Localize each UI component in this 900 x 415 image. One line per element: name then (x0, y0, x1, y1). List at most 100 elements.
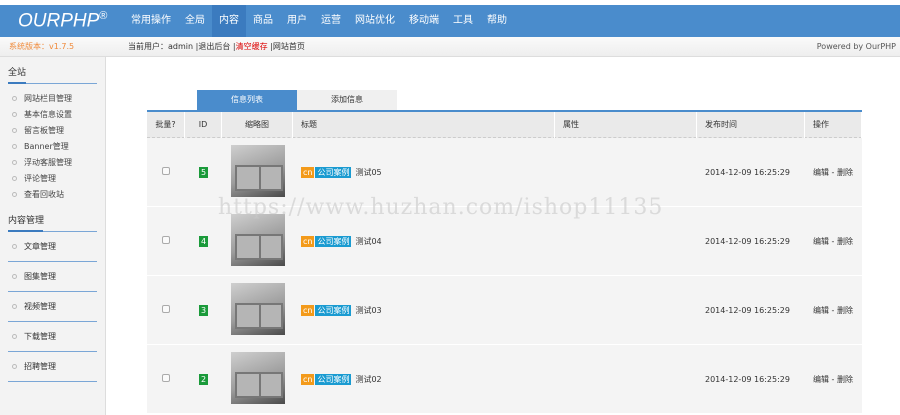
lang-badge: cn (301, 373, 315, 385)
logout-link[interactable]: 退出后台 (198, 42, 230, 51)
bullet-icon (12, 192, 17, 197)
bullet-icon (12, 364, 17, 369)
row-title[interactable]: 测试03 (355, 306, 381, 315)
sidebar-item-label: 视频管理 (24, 302, 56, 311)
edit-link[interactable]: 编辑 (813, 168, 829, 177)
separator: - (831, 305, 835, 315)
sidebar-section-content: 内容管理 (8, 213, 97, 232)
sidebar-item-label: 网站栏目管理 (24, 94, 72, 103)
delete-link[interactable]: 删除 (837, 306, 853, 315)
lang-badge: cn (301, 235, 315, 247)
sidebar-item-label: Banner管理 (24, 142, 69, 151)
delete-link[interactable]: 删除 (837, 375, 853, 384)
sidebar-item-label: 评论管理 (24, 174, 56, 183)
tab-info-list[interactable]: 信息列表 (197, 90, 297, 110)
nav-item[interactable]: 运营 (314, 5, 348, 37)
sidebar-item-label: 浮动客服管理 (24, 158, 72, 167)
table-row: 2 cn 公司案例 测试02 2014-12-09 16:25:29 编辑 - 删除 (147, 345, 862, 414)
header-time: 发布时间 (697, 111, 805, 138)
row-checkbox[interactable] (162, 374, 170, 382)
bullet-icon (12, 334, 17, 339)
status-bar: 系统版本：v1.7.5 当前用户：admin |退出后台 |清空缓存 |网站首页… (0, 37, 900, 57)
sidebar-item-label: 招聘管理 (24, 362, 56, 371)
info-table: 批量? ID 缩略图 标题 属性 发布时间 操作 5 cn 公司案例 测试05 20… (147, 110, 862, 414)
table-row: 4 cn 公司案例 测试04 2014-12-09 16:25:29 编辑 - 删除 (147, 207, 862, 276)
sidebar-item[interactable]: 评论管理 (8, 171, 97, 187)
nav-item[interactable]: 内容 (212, 5, 246, 37)
tab-add-info[interactable]: 添加信息 (297, 90, 397, 110)
row-checkbox[interactable] (162, 236, 170, 244)
sidebar-item-label: 基本信息设置 (24, 110, 72, 119)
sidebar-item-label: 查看回收站 (24, 190, 64, 199)
bullet-icon (12, 176, 17, 181)
nav-item[interactable]: 移动端 (402, 5, 446, 37)
table-row: 5 cn 公司案例 测试05 2014-12-09 16:25:29 编辑 - 删除 (147, 138, 862, 207)
user-info: 当前用户：admin |退出后台 |清空缓存 |网站首页 (128, 41, 305, 52)
delete-link[interactable]: 删除 (837, 237, 853, 246)
thumbnail-image[interactable] (230, 283, 285, 335)
logo[interactable]: OURPHP® (0, 10, 124, 32)
sidebar-item-label: 文章管理 (24, 242, 56, 251)
edit-link[interactable]: 编辑 (813, 306, 829, 315)
category-badge: 公司案例 (315, 304, 352, 316)
sidebar-group-item[interactable]: 下载管理 (8, 322, 97, 352)
row-checkbox[interactable] (162, 305, 170, 313)
lang-badge: cn (301, 166, 315, 178)
header-title: 标题 (293, 111, 555, 138)
powered-by: Powered by OurPHP (816, 42, 896, 51)
sidebar-item[interactable]: 浮动客服管理 (8, 155, 97, 171)
header-batch: 批量? (147, 111, 185, 138)
thumbnail-image[interactable] (230, 352, 285, 404)
row-time: 2014-12-09 16:25:29 (705, 167, 790, 177)
sidebar-item[interactable]: 基本信息设置 (8, 107, 97, 123)
site-home-link[interactable]: 网站首页 (273, 42, 305, 51)
edit-link[interactable]: 编辑 (813, 375, 829, 384)
row-title[interactable]: 测试04 (355, 237, 381, 246)
id-badge: 2 (198, 373, 209, 385)
sidebar: 全站 网站栏目管理 基本信息设置 留言板管理 Banner管理 浮动客服管理 评论管理查看… (0, 57, 106, 415)
sidebar-item[interactable]: 网站栏目管理 (8, 91, 97, 107)
row-title[interactable]: 测试02 (355, 375, 381, 384)
sidebar-section-site: 全站 (8, 65, 97, 84)
row-time: 2014-12-09 16:25:29 (705, 236, 790, 246)
row-time: 2014-12-09 16:25:29 (705, 374, 790, 384)
nav-item[interactable]: 帮助 (480, 5, 514, 37)
row-checkbox[interactable] (162, 167, 170, 175)
bullet-icon (12, 128, 17, 133)
sidebar-item[interactable]: 留言板管理 (8, 123, 97, 139)
sidebar-group-item[interactable]: 图集管理 (8, 262, 97, 292)
sidebar-group-item[interactable]: 招聘管理 (8, 352, 97, 382)
edit-link[interactable]: 编辑 (813, 237, 829, 246)
header-thumbnail: 缩略图 (222, 111, 293, 138)
sidebar-group-item[interactable]: 视频管理 (8, 292, 97, 322)
nav-item[interactable]: 常用操作 (124, 5, 178, 37)
nav-item[interactable]: 商品 (246, 5, 280, 37)
thumbnail-image[interactable] (230, 214, 285, 266)
nav-item[interactable]: 工具 (446, 5, 480, 37)
nav-item[interactable]: 全局 (178, 5, 212, 37)
nav-item[interactable]: 用户 (280, 5, 314, 37)
nav-item[interactable]: 网站优化 (348, 5, 402, 37)
logo-text: OURPHP (18, 10, 100, 32)
current-user-label: 当前用户： (128, 42, 168, 51)
username: admin (168, 42, 194, 51)
category-badge: 公司案例 (315, 166, 352, 178)
sidebar-item[interactable]: 查看回收站 (8, 187, 97, 203)
header-actions: 操作 (805, 111, 862, 138)
clear-cache-link[interactable]: 清空缓存 (236, 42, 268, 51)
sidebar-item-label: 留言板管理 (24, 126, 64, 135)
main-nav: 常用操作 全局 内容 商品 用户 运营 网站优化 移动端 工具 帮助 (124, 5, 514, 37)
bullet-icon (12, 304, 17, 309)
sidebar-item[interactable]: Banner管理 (8, 139, 97, 155)
bullet-icon (12, 160, 17, 165)
header-id: ID (185, 111, 222, 138)
separator: - (831, 374, 835, 384)
thumbnail-image[interactable] (230, 145, 285, 197)
sidebar-group-item[interactable]: 文章管理 (8, 232, 97, 262)
delete-link[interactable]: 删除 (837, 168, 853, 177)
sidebar-item-label: 图集管理 (24, 272, 56, 281)
version-label: 系统版本：v1.7.5 (9, 42, 75, 51)
row-time: 2014-12-09 16:25:29 (705, 305, 790, 315)
logo-mark: ® (99, 9, 108, 22)
row-title[interactable]: 测试05 (355, 168, 381, 177)
